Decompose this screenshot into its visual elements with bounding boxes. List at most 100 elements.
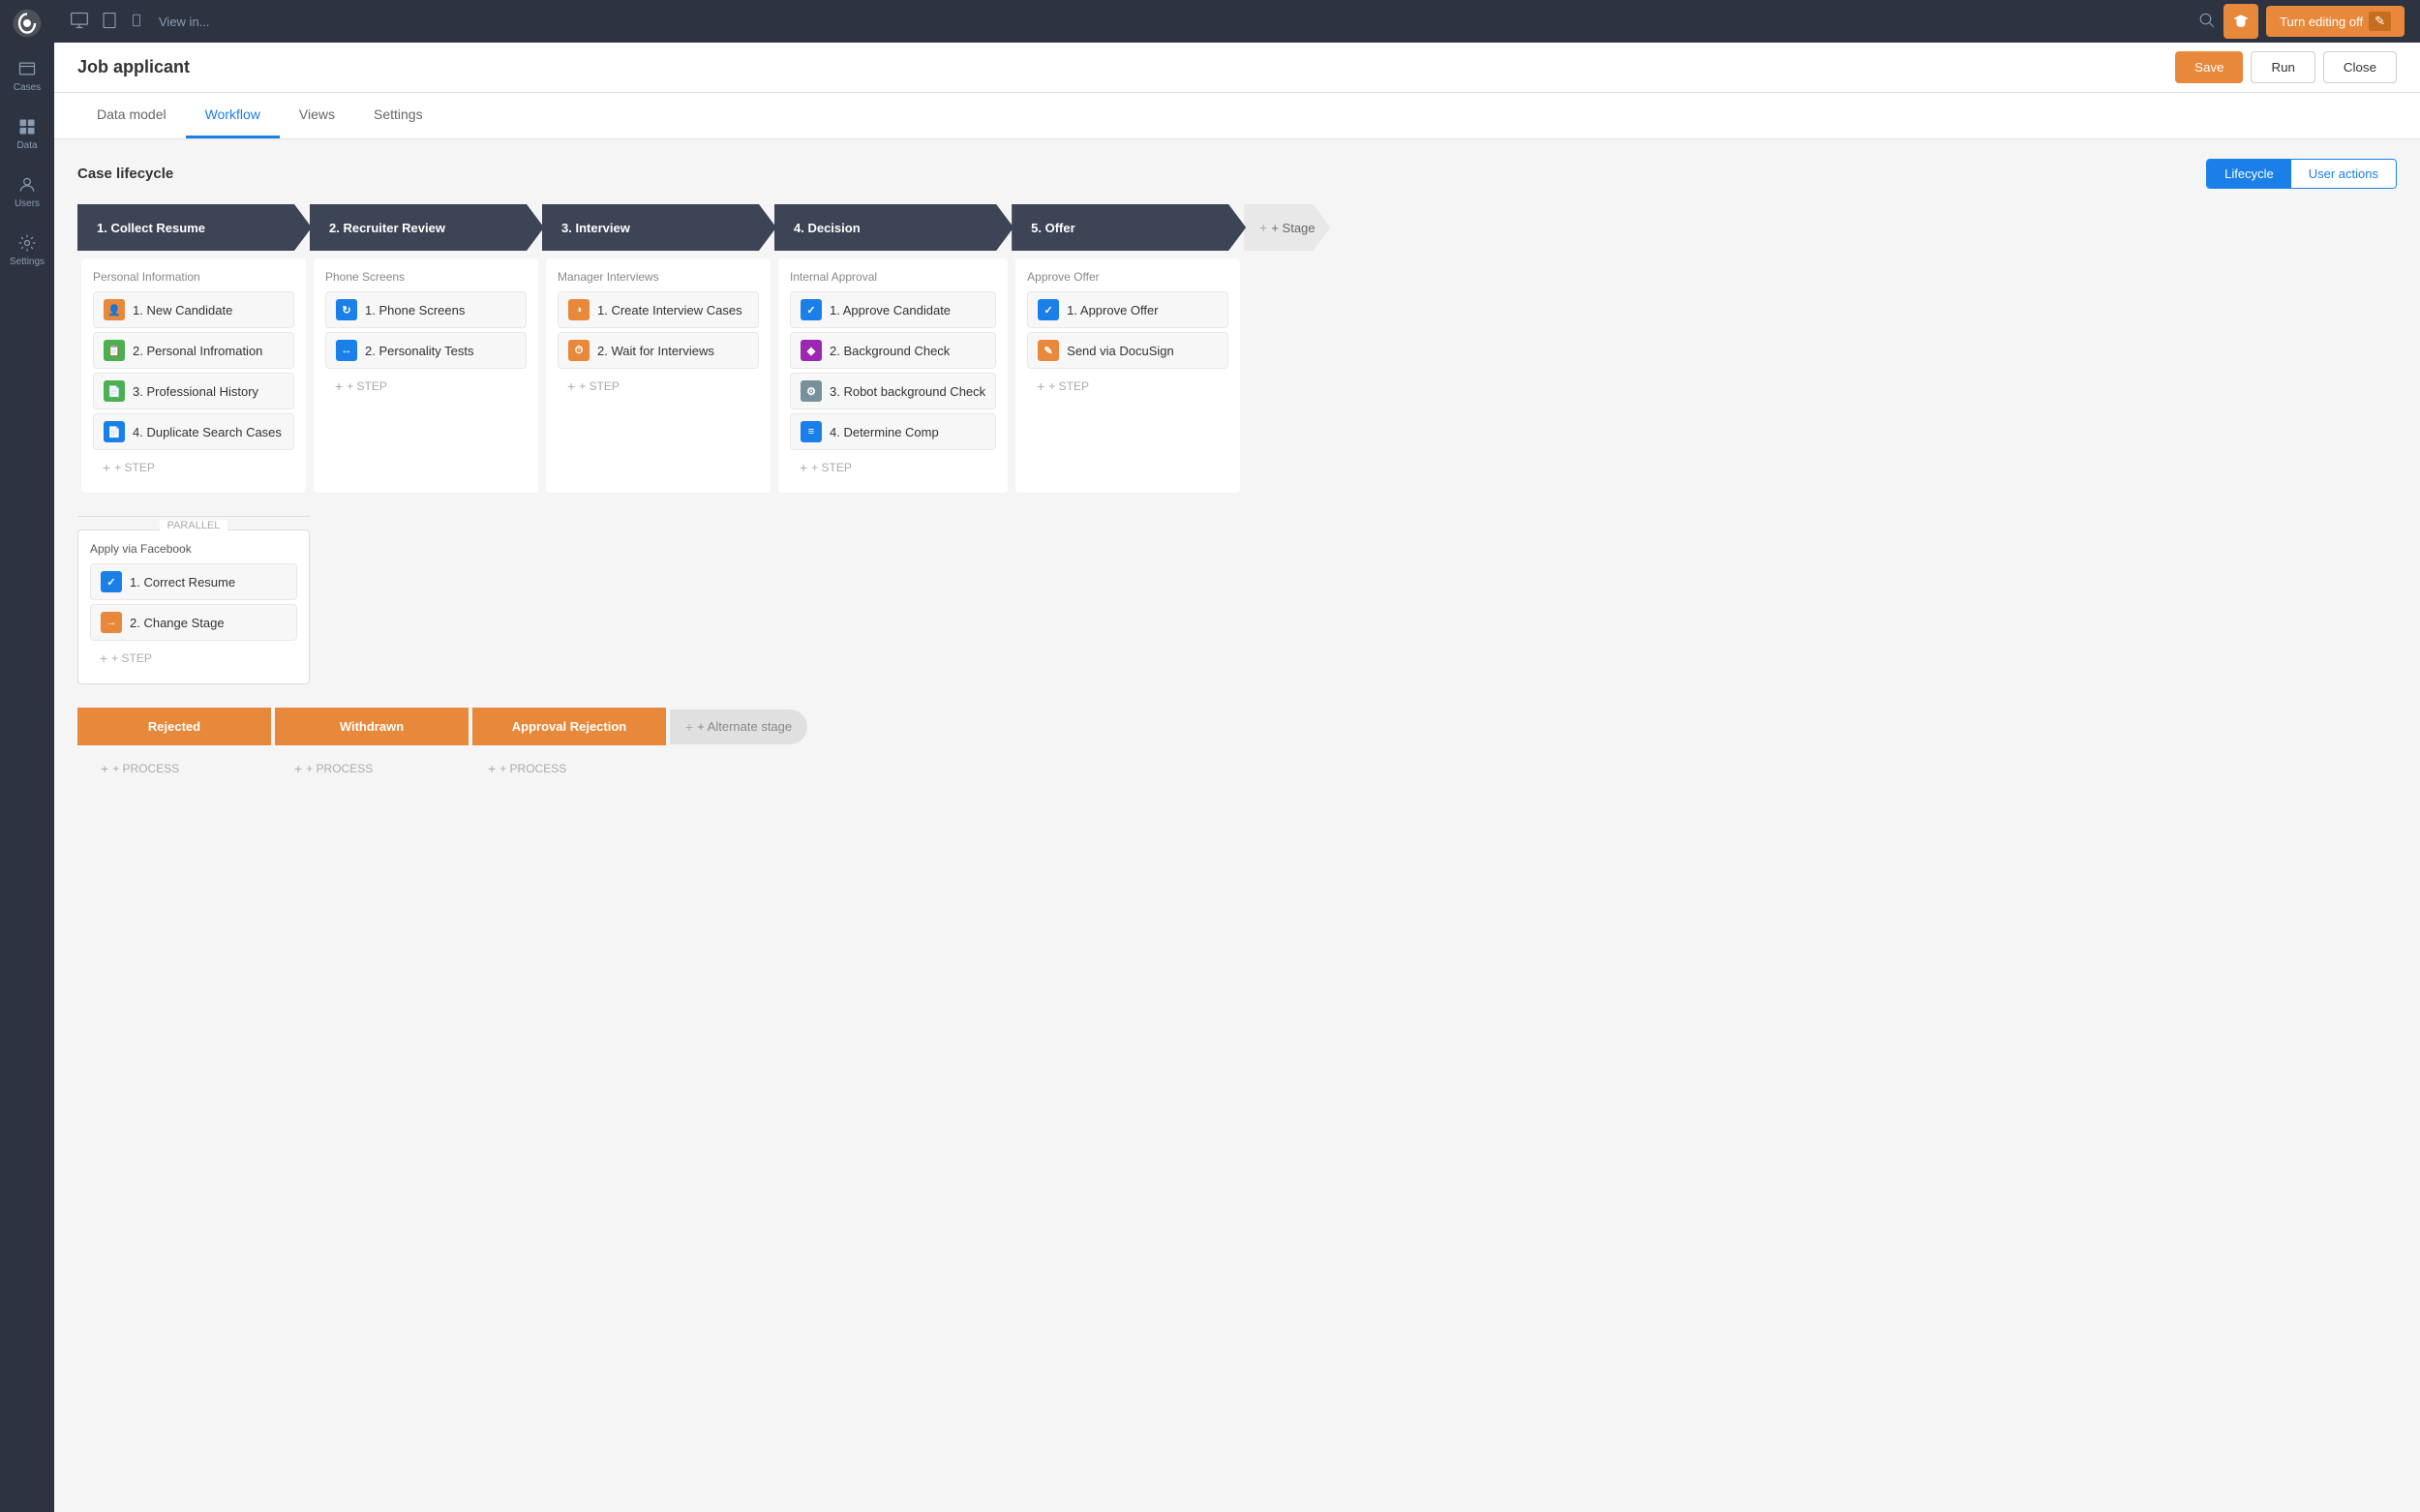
step-personal-info[interactable]: 📋 2. Personal Infromation: [93, 332, 294, 369]
section-title-internal-approval: Internal Approval: [790, 270, 996, 284]
content-header: Job applicant Save Run Close: [54, 43, 2420, 93]
section-title-approve-offer: Approve Offer: [1027, 270, 1228, 284]
sidebar-item-users[interactable]: Users: [0, 163, 54, 221]
desktop-icon[interactable]: [70, 11, 89, 33]
stage-header-interview[interactable]: 3. Interview: [542, 204, 776, 251]
step-icon-professional-history: 📄: [104, 380, 125, 402]
step-icon-correct-resume: ✓: [101, 571, 122, 592]
workflow-area: Case lifecycle Lifecycle User actions 1.…: [54, 139, 2420, 1512]
add-step-parallel[interactable]: + + STEP: [90, 645, 297, 672]
sidebar-item-cases[interactable]: Cases: [0, 46, 54, 105]
step-phone-screens[interactable]: ↻ 1. Phone Screens: [325, 291, 527, 328]
parallel-section-title: Apply via Facebook: [90, 542, 297, 556]
stage-decision: 4. Decision Internal Approval ✓ 1. Appro…: [774, 204, 1012, 500]
add-step-decision[interactable]: + + STEP: [790, 454, 996, 481]
page-title: Job applicant: [77, 57, 190, 77]
search-icon[interactable]: [2198, 12, 2216, 32]
stage-body-decision: Internal Approval ✓ 1. Approve Candidate…: [778, 258, 1008, 493]
alternate-stages-row: Rejected Withdrawn Approval Rejection + …: [77, 708, 2397, 745]
user-actions-toggle-btn[interactable]: User actions: [2291, 160, 2396, 188]
stage-recruiter-review: 2. Recruiter Review Phone Screens ↻ 1. P…: [310, 204, 542, 500]
step-professional-history[interactable]: 📄 3. Professional History: [93, 373, 294, 409]
mobile-icon[interactable]: [130, 11, 143, 33]
step-icon-duplicate-search: 📄: [104, 421, 125, 442]
sidebar-item-settings[interactable]: Settings: [0, 221, 54, 279]
tab-bar: Data model Workflow Views Settings: [54, 93, 2420, 139]
step-determine-comp[interactable]: ≡ 4. Determine Comp: [790, 413, 996, 450]
step-robot-background[interactable]: ⚙ 3. Robot background Check: [790, 373, 996, 409]
stage-header-offer[interactable]: 5. Offer: [1012, 204, 1246, 251]
add-alternate-stage-button[interactable]: + + Alternate stage: [670, 710, 807, 744]
section-title-personal-info: Personal Information: [93, 270, 294, 284]
step-wait-interviews[interactable]: ⏱ 2. Wait for Interviews: [558, 332, 759, 369]
process-btn-rejected[interactable]: + + PROCESS: [77, 753, 271, 784]
stage-body-recruiter-review: Phone Screens ↻ 1. Phone Screens ↔ 2. Pe…: [314, 258, 538, 493]
topbar: View in... Turn editing off ✎: [54, 0, 2420, 43]
add-step-recruiter-review[interactable]: + + STEP: [325, 373, 527, 400]
step-icon-send-docusign: ✎: [1038, 340, 1059, 361]
run-button[interactable]: Run: [2251, 51, 2314, 83]
alt-stage-withdrawn[interactable]: Withdrawn: [275, 708, 469, 745]
add-stage-col: + + Stage: [1244, 204, 1330, 500]
stages-container: 1. Collect Resume Personal Information 👤…: [77, 204, 2397, 784]
step-icon-approve-offer: ✓: [1038, 299, 1059, 320]
app-logo[interactable]: [0, 0, 54, 46]
step-icon-personal-info: 📋: [104, 340, 125, 361]
alt-stage-rejected[interactable]: Rejected: [77, 708, 271, 745]
tab-workflow[interactable]: Workflow: [186, 93, 280, 138]
step-icon-new-candidate: 👤: [104, 299, 125, 320]
stage-body-interview: Manager Interviews ◑ 1. Create Interview…: [546, 258, 771, 493]
step-approve-candidate[interactable]: ✓ 1. Approve Candidate: [790, 291, 996, 328]
step-icon-create-interview: ◑: [568, 299, 590, 320]
step-create-interview[interactable]: ◑ 1. Create Interview Cases: [558, 291, 759, 328]
parallel-box: Apply via Facebook ✓ 1. Correct Resume →…: [77, 529, 310, 684]
process-row: + + PROCESS + + PROCESS + + PROCESS: [77, 753, 2397, 784]
section-title-phone-screens: Phone Screens: [325, 270, 527, 284]
alt-stage-approval-rejection[interactable]: Approval Rejection: [472, 708, 666, 745]
device-icons: [70, 11, 143, 33]
step-duplicate-search[interactable]: 📄 4. Duplicate Search Cases: [93, 413, 294, 450]
sidebar-item-data[interactable]: Data: [0, 105, 54, 163]
process-btn-approval-rejection[interactable]: + + PROCESS: [465, 753, 658, 784]
close-button[interactable]: Close: [2323, 51, 2397, 83]
add-step-interview[interactable]: + + STEP: [558, 373, 759, 400]
tab-data-model[interactable]: Data model: [77, 93, 186, 138]
step-icon-approve-candidate: ✓: [801, 299, 822, 320]
save-button[interactable]: Save: [2175, 51, 2243, 83]
tablet-icon[interactable]: [101, 11, 118, 33]
step-personality-tests[interactable]: ↔ 2. Personality Tests: [325, 332, 527, 369]
step-icon-phone-screens: ↻: [336, 299, 357, 320]
step-new-candidate[interactable]: 👤 1. New Candidate: [93, 291, 294, 328]
process-btn-withdrawn[interactable]: + + PROCESS: [271, 753, 465, 784]
step-background-check[interactable]: ◆ 2. Background Check: [790, 332, 996, 369]
step-icon-determine-comp: ≡: [801, 421, 822, 442]
parallel-label: PARALLEL: [160, 520, 228, 531]
view-in-link[interactable]: View in...: [159, 15, 210, 29]
step-icon-change-stage: →: [101, 612, 122, 633]
step-correct-resume[interactable]: ✓ 1. Correct Resume: [90, 563, 297, 600]
lifecycle-toggle-btn[interactable]: Lifecycle: [2207, 160, 2291, 188]
stage-collect-resume: 1. Collect Resume Personal Information 👤…: [77, 204, 310, 500]
stage-header-recruiter-review[interactable]: 2. Recruiter Review: [310, 204, 544, 251]
add-stage-button[interactable]: + + Stage: [1244, 204, 1330, 251]
step-change-stage[interactable]: → 2. Change Stage: [90, 604, 297, 641]
add-step-collect-resume[interactable]: + + STEP: [93, 454, 294, 481]
turn-editing-off-button[interactable]: Turn editing off ✎: [2266, 6, 2405, 37]
tab-settings[interactable]: Settings: [354, 93, 442, 138]
section-title-manager-interviews: Manager Interviews: [558, 270, 759, 284]
help-icon[interactable]: [2223, 4, 2258, 39]
step-icon-personality-tests: ↔: [336, 340, 357, 361]
step-icon-background-check: ◆: [801, 340, 822, 361]
tab-views[interactable]: Views: [280, 93, 354, 138]
stage-header-decision[interactable]: 4. Decision: [774, 204, 1013, 251]
parallel-wrapper: PARALLEL Apply via Facebook ✓ 1. Correct…: [77, 516, 310, 684]
step-approve-offer[interactable]: ✓ 1. Approve Offer: [1027, 291, 1228, 328]
step-send-docusign[interactable]: ✎ Send via DocuSign: [1027, 332, 1228, 369]
view-toggle: Lifecycle User actions: [2206, 159, 2397, 189]
parallel-row: PARALLEL Apply via Facebook ✓ 1. Correct…: [77, 500, 2397, 684]
step-icon-wait-interviews: ⏱: [568, 340, 590, 361]
edit-pencil-icon: ✎: [2369, 12, 2391, 31]
add-step-offer[interactable]: + + STEP: [1027, 373, 1228, 400]
stage-offer: 5. Offer Approve Offer ✓ 1. Approve Offe…: [1012, 204, 1244, 500]
stage-header-collect-resume[interactable]: 1. Collect Resume: [77, 204, 312, 251]
